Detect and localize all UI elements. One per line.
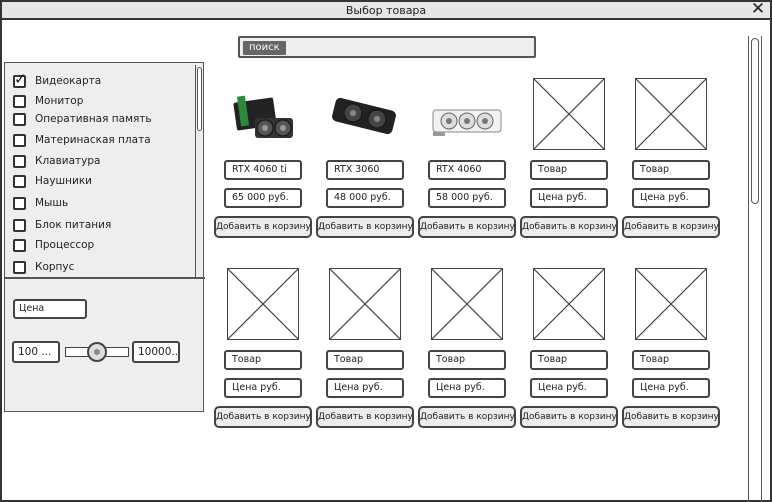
placeholder-image[interactable]	[227, 268, 299, 340]
product-price-field[interactable]: Цена руб.	[632, 188, 710, 208]
placeholder-image[interactable]	[635, 268, 707, 340]
product-price-field[interactable]: Цена руб.	[530, 188, 608, 208]
checkbox[interactable]	[13, 238, 26, 252]
category-item-cpu[interactable]: Процессор	[13, 237, 94, 253]
checkbox[interactable]	[13, 174, 26, 188]
placeholder-image[interactable]	[431, 268, 503, 340]
category-label: Материнаская плата	[35, 134, 151, 146]
checkbox[interactable]	[13, 154, 26, 168]
product-name-field[interactable]: RTX 4060 ti	[224, 160, 302, 180]
price-slider-handle[interactable]	[87, 342, 107, 362]
product-selection-window: Выбор товара ✕ поиск Видеокарта Монитор …	[0, 0, 772, 502]
product-name-field[interactable]: Товар	[632, 160, 710, 180]
product-card: Товар Цена руб. Добавить в корзину	[622, 268, 720, 428]
product-price-field[interactable]: Цена руб.	[428, 378, 506, 398]
checkbox[interactable]	[13, 112, 26, 126]
category-label: Процессор	[35, 239, 95, 251]
price-label: Цена	[13, 299, 87, 319]
product-name-field[interactable]: Товар	[428, 350, 506, 370]
add-to-cart-button[interactable]: Добавить в корзину	[622, 216, 720, 238]
checkbox[interactable]	[13, 196, 26, 210]
add-to-cart-button[interactable]: Добавить в корзину	[520, 406, 618, 428]
category-item-keyboard[interactable]: Клавиатура	[13, 153, 100, 169]
checkbox-checked[interactable]	[13, 70, 27, 88]
product-price-field[interactable]: Цена руб.	[224, 378, 302, 398]
gpu-image[interactable]	[329, 78, 401, 150]
product-name-field[interactable]: Товар	[530, 160, 608, 180]
title-bar: Выбор товара ✕	[2, 1, 770, 20]
category-label: Блок питания	[35, 219, 112, 231]
product-card: RTX 4060 ti 65 000 руб. Добавить в корзи…	[214, 78, 312, 238]
placeholder-image[interactable]	[329, 268, 401, 340]
product-name-field[interactable]: Товар	[530, 350, 608, 370]
category-item-headphones[interactable]: Наушники	[13, 173, 92, 189]
add-to-cart-button[interactable]: Добавить в корзину	[418, 406, 516, 428]
search-input[interactable]: поиск	[238, 36, 536, 58]
product-card: Товар Цена руб. Добавить в корзину	[520, 268, 618, 428]
product-card: RTX 4060 58 000 руб. Добавить в корзину	[418, 78, 516, 238]
category-label: Клавиатура	[35, 155, 101, 167]
category-item-motherboard[interactable]: Материнаская плата	[13, 132, 151, 148]
add-to-cart-button[interactable]: Добавить в корзину	[418, 216, 516, 238]
product-price-field[interactable]: Цена руб.	[632, 378, 710, 398]
gpu-image[interactable]	[227, 78, 299, 150]
category-label: Мышь	[35, 197, 69, 209]
checkbox[interactable]	[13, 94, 26, 108]
product-name-field[interactable]: RTX 3060	[326, 160, 404, 180]
category-scrollbar[interactable]	[195, 65, 203, 277]
add-to-cart-button[interactable]: Добавить в корзину	[622, 406, 720, 428]
product-card: Товар Цена руб. Добавить в корзину	[316, 268, 414, 428]
product-price-field[interactable]: 48 000 руб.	[326, 188, 404, 208]
checkbox[interactable]	[13, 260, 26, 274]
search-label: поиск	[243, 41, 286, 55]
product-price-field[interactable]: 58 000 руб.	[428, 188, 506, 208]
product-name-field[interactable]: Товар	[632, 350, 710, 370]
category-item-monitor[interactable]: Монитор	[13, 93, 83, 109]
category-item-videocard[interactable]: Видеокарта	[13, 70, 102, 89]
category-item-ram[interactable]: Оперативная память	[13, 111, 152, 127]
product-card: RTX 3060 48 000 руб. Добавить в корзину	[316, 78, 414, 238]
placeholder-image[interactable]	[533, 78, 605, 150]
category-item-mouse[interactable]: Мышь	[13, 195, 68, 211]
add-to-cart-button[interactable]: Добавить в корзину	[520, 216, 618, 238]
placeholder-image[interactable]	[635, 78, 707, 150]
main-scrollbar[interactable]	[748, 36, 762, 502]
price-min-field[interactable]: 100 ...	[12, 341, 60, 363]
category-scrollbar-thumb[interactable]	[197, 67, 202, 131]
product-card: Товар Цена руб. Добавить в корзину	[520, 78, 618, 238]
checkbox[interactable]	[13, 133, 26, 147]
product-name-field[interactable]: RTX 4060	[428, 160, 506, 180]
category-label: Оперативная память	[35, 113, 152, 125]
product-name-field[interactable]: Товар	[326, 350, 404, 370]
product-card: Товар Цена руб. Добавить в корзину	[214, 268, 312, 428]
product-price-field[interactable]: Цена руб.	[530, 378, 608, 398]
product-card: Товар Цена руб. Добавить в корзину	[418, 268, 516, 428]
add-to-cart-button[interactable]: Добавить в корзину	[316, 406, 414, 428]
main-scrollbar-thumb[interactable]	[751, 38, 759, 204]
filter-sidebar: Видеокарта Монитор Оперативная память Ма…	[4, 62, 205, 412]
category-label: Монитор	[35, 95, 84, 107]
add-to-cart-button[interactable]: Добавить в корзину	[214, 216, 312, 238]
category-label: Видеокарта	[35, 75, 102, 87]
category-label: Наушники	[35, 175, 93, 187]
window-title: Выбор товара	[345, 4, 427, 17]
add-to-cart-button[interactable]: Добавить в корзину	[214, 406, 312, 428]
category-list: Видеокарта Монитор Оперативная память Ма…	[5, 63, 205, 279]
add-to-cart-button[interactable]: Добавить в корзину	[316, 216, 414, 238]
product-price-field[interactable]: 65 000 руб.	[224, 188, 302, 208]
product-price-field[interactable]: Цена руб.	[326, 378, 404, 398]
checkbox[interactable]	[13, 218, 26, 232]
price-max-field[interactable]: 10000...	[132, 341, 180, 363]
placeholder-image[interactable]	[533, 268, 605, 340]
gpu-image[interactable]	[431, 78, 503, 150]
product-name-field[interactable]: Товар	[224, 350, 302, 370]
close-icon[interactable]: ✕	[750, 1, 766, 18]
category-item-case[interactable]: Корпус	[13, 259, 74, 275]
category-label: Корпус	[35, 261, 75, 273]
category-item-psu[interactable]: Блок питания	[13, 217, 111, 233]
product-card: Товар Цена руб. Добавить в корзину	[622, 78, 720, 238]
